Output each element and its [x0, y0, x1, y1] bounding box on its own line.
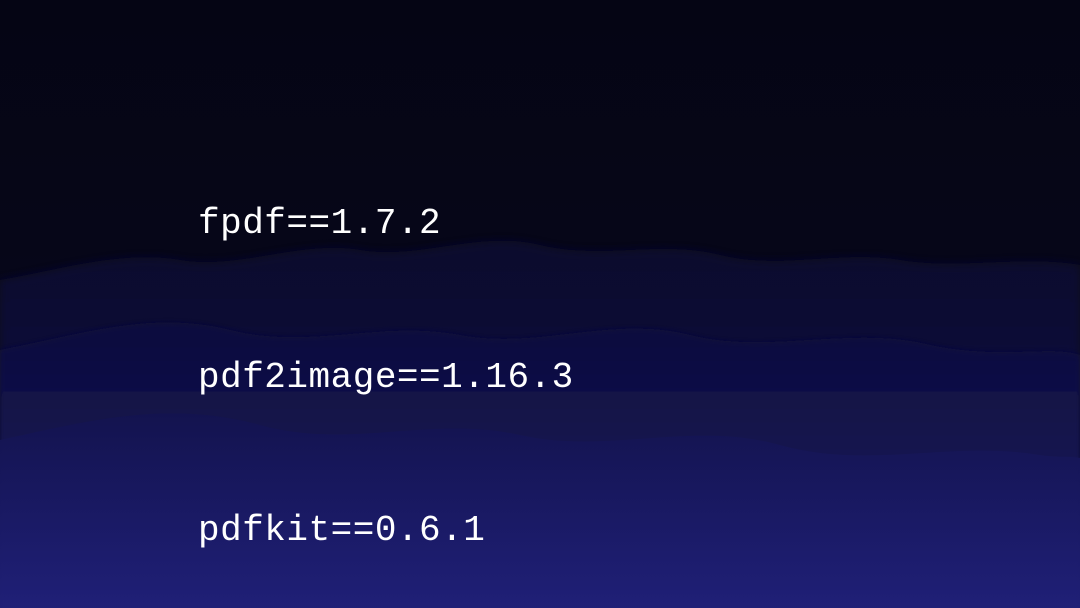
requirements-code-block: fpdf==1.7.2 pdf2image==1.16.3 pdfkit==0.… — [198, 96, 684, 608]
requirement-line: pdf2image==1.16.3 — [198, 352, 684, 403]
requirement-line: fpdf==1.7.2 — [198, 198, 684, 249]
requirement-line: pdfkit==0.6.1 — [198, 505, 684, 556]
